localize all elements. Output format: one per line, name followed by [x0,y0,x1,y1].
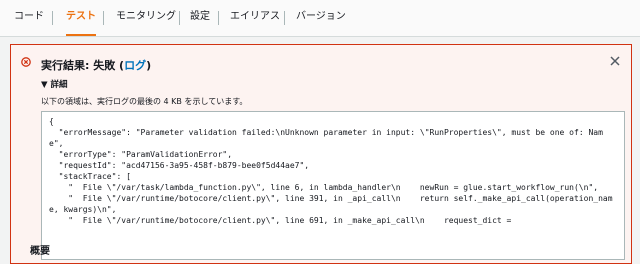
log-link[interactable]: ログ [124,59,146,72]
tab-settings[interactable]: 設定 [190,0,210,34]
error-output-text: { "errorMessage": "Parameter validation … [49,117,613,225]
tab-code[interactable]: コード [14,0,44,34]
close-icon[interactable] [609,55,621,67]
summary-heading: 概要 [30,246,50,257]
log-description: 以下の領域は、実行ログの最後の 4 KB を示しています。 [41,97,248,106]
result-title-text: 実行結果: 失敗 ( [41,59,125,72]
details-toggle[interactable]: ▼ 詳細 [41,78,68,90]
tab-versions[interactable]: バージョン [296,0,346,34]
tab-test[interactable]: テスト [66,0,96,36]
error-circle-icon [21,57,31,67]
tab-divider [52,11,53,25]
error-output-box[interactable]: { "errorMessage": "Parameter validation … [41,111,625,260]
execution-result-panel: 実行結果: 失敗 (ログ) ▼ 詳細 以下の領域は、実行ログの最後の 4 KB … [10,44,632,264]
result-title: 実行結果: 失敗 (ログ) [41,57,151,73]
tab-divider [284,11,285,25]
result-title-close-paren: ) [146,59,152,72]
tab-divider [103,11,104,25]
tab-aliases[interactable]: エイリアス [230,0,280,34]
tab-bar: コード テスト モニタリング 設定 エイリアス バージョン [0,0,640,37]
tab-divider [218,11,219,25]
tab-monitoring[interactable]: モニタリング [116,0,176,34]
tab-divider [179,11,180,25]
